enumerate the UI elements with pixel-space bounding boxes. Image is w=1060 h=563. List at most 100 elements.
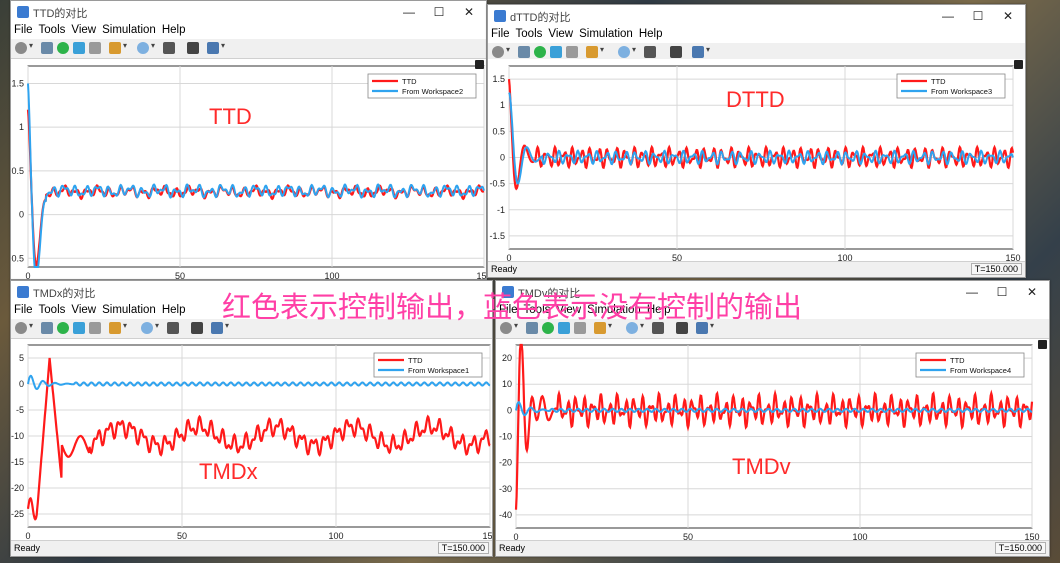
menu-file[interactable]: File — [11, 23, 36, 36]
chevron-down-icon[interactable]: ▾ — [600, 45, 604, 54]
expand-icon[interactable] — [1038, 340, 1047, 349]
y-tick-label: -25 — [11, 509, 24, 519]
y-tick-label: 0 — [500, 153, 505, 163]
chevron-down-icon[interactable]: ▾ — [706, 45, 710, 54]
fit-to-view-icon[interactable] — [167, 322, 179, 334]
expand-icon[interactable] — [475, 60, 484, 69]
zoom-icon[interactable] — [141, 322, 153, 334]
chevron-down-icon[interactable]: ▾ — [29, 41, 33, 50]
x-tick-label: 50 — [175, 271, 185, 279]
cursor-measure-icon[interactable] — [191, 322, 203, 334]
y-tick-label: -5 — [16, 405, 24, 415]
style-icon[interactable] — [692, 46, 704, 58]
chevron-down-icon[interactable]: ▾ — [221, 41, 225, 50]
menu-file[interactable]: File — [488, 27, 513, 40]
y-tick-label: -15 — [11, 457, 24, 467]
gear-icon[interactable] — [492, 46, 504, 58]
minimize-icon[interactable]: — — [957, 283, 987, 301]
scope-window-dttd[interactable]: dTTD的对比 — ☐ ✕ File Tools View Simulation Hel… — [487, 4, 1026, 278]
legend-entry: From Workspace2 — [402, 87, 463, 96]
scope-axes: 0 50 100 150 -40 -30 -20 -10 0 10 20 TTD From Worksp… — [496, 339, 1049, 542]
chevron-down-icon[interactable]: ▾ — [123, 321, 127, 330]
title-bar[interactable]: dTTD的对比 — ☐ ✕ — [488, 5, 1025, 27]
run-icon[interactable] — [57, 322, 69, 334]
x-tick-label: 0 — [25, 271, 30, 279]
gear-icon[interactable] — [15, 42, 27, 54]
y-tick-label: 5 — [19, 353, 24, 363]
menu-file[interactable]: File — [11, 303, 36, 316]
close-icon[interactable]: ✕ — [993, 7, 1023, 25]
step-back-icon[interactable] — [518, 46, 530, 58]
menu-simulation[interactable]: Simulation — [99, 23, 159, 36]
title-bar[interactable]: TTD的对比 — ☐ ✕ — [11, 1, 486, 23]
y-tick-label: -20 — [499, 458, 512, 468]
gear-icon[interactable] — [15, 322, 27, 334]
step-back-icon[interactable] — [41, 42, 53, 54]
highlight-icon[interactable] — [109, 322, 121, 334]
overlay-label: TMDx — [199, 459, 258, 484]
cursor-measure-icon[interactable] — [187, 42, 199, 54]
maximize-icon[interactable]: ☐ — [963, 7, 993, 25]
minimize-icon[interactable]: — — [394, 3, 424, 21]
step-forward-icon[interactable] — [550, 46, 562, 58]
legend-entry: TTD — [402, 77, 417, 86]
step-forward-icon[interactable] — [73, 322, 85, 334]
stop-icon[interactable] — [566, 46, 578, 58]
chevron-down-icon[interactable]: ▾ — [632, 45, 636, 54]
status-time: T=150.000 — [970, 263, 1022, 275]
close-icon[interactable]: ✕ — [454, 3, 484, 21]
stop-icon[interactable] — [89, 322, 101, 334]
cursor-measure-icon[interactable] — [670, 46, 682, 58]
step-back-icon[interactable] — [41, 322, 53, 334]
scope-window-ttd[interactable]: TTD的对比 — ☐ ✕ File Tools View Simulation Help… — [10, 0, 487, 280]
highlight-icon[interactable] — [586, 46, 598, 58]
chevron-down-icon[interactable]: ▾ — [29, 321, 33, 330]
y-tick-label: 0 — [19, 379, 24, 389]
highlight-icon[interactable] — [109, 42, 121, 54]
maximize-icon[interactable]: ☐ — [987, 283, 1017, 301]
run-icon[interactable] — [57, 42, 69, 54]
menu-view[interactable]: View — [545, 27, 576, 40]
menu-tools[interactable]: Tools — [513, 27, 546, 40]
maximize-icon[interactable]: ☐ — [424, 3, 454, 21]
run-icon[interactable] — [534, 46, 546, 58]
matlab-icon — [17, 6, 29, 18]
chevron-down-icon[interactable]: ▾ — [155, 321, 159, 330]
step-forward-icon[interactable] — [73, 42, 85, 54]
close-icon[interactable]: ✕ — [1017, 283, 1047, 301]
y-tick-label: 1.5 — [492, 74, 505, 84]
chevron-down-icon[interactable]: ▾ — [123, 41, 127, 50]
y-tick-label: -10 — [11, 431, 24, 441]
menu-help[interactable]: Help — [159, 23, 189, 36]
chevron-down-icon[interactable]: ▾ — [151, 41, 155, 50]
menu-tools[interactable]: Tools — [36, 23, 69, 36]
fit-to-view-icon[interactable] — [644, 46, 656, 58]
matlab-icon — [17, 286, 29, 298]
menu-view[interactable]: View — [68, 23, 99, 36]
window-title: TMDx的对比 — [33, 288, 96, 300]
style-icon[interactable] — [207, 42, 219, 54]
y-tick-label: 1 — [500, 100, 505, 110]
y-tick-label: 10 — [502, 379, 512, 389]
legend-entry: TTD — [931, 77, 946, 86]
menu-tools[interactable]: Tools — [36, 303, 69, 316]
zoom-icon[interactable] — [137, 42, 149, 54]
overlay-label: TMDv — [732, 454, 791, 479]
stop-icon[interactable] — [89, 42, 101, 54]
minimize-icon[interactable]: — — [933, 7, 963, 25]
chevron-down-icon[interactable]: ▾ — [506, 45, 510, 54]
status-time: T=150.000 — [437, 542, 489, 554]
y-tick-label: 1.5 — [11, 78, 24, 88]
y-tick-label: -0.5 — [489, 179, 505, 189]
chart-ttd: 050100150-0.500.511.5TTDFrom Workspace2 — [11, 65, 486, 279]
menu-view[interactable]: View — [68, 303, 99, 316]
menu-simulation[interactable]: Simulation — [99, 303, 159, 316]
expand-icon[interactable] — [1014, 60, 1023, 69]
menu-simulation[interactable]: Simulation — [576, 27, 636, 40]
menu-help[interactable]: Help — [159, 303, 189, 316]
y-tick-label: 1 — [19, 122, 24, 132]
menu-help[interactable]: Help — [636, 27, 666, 40]
legend-entry: From Workspace3 — [931, 87, 992, 96]
fit-to-view-icon[interactable] — [163, 42, 175, 54]
zoom-icon[interactable] — [618, 46, 630, 58]
